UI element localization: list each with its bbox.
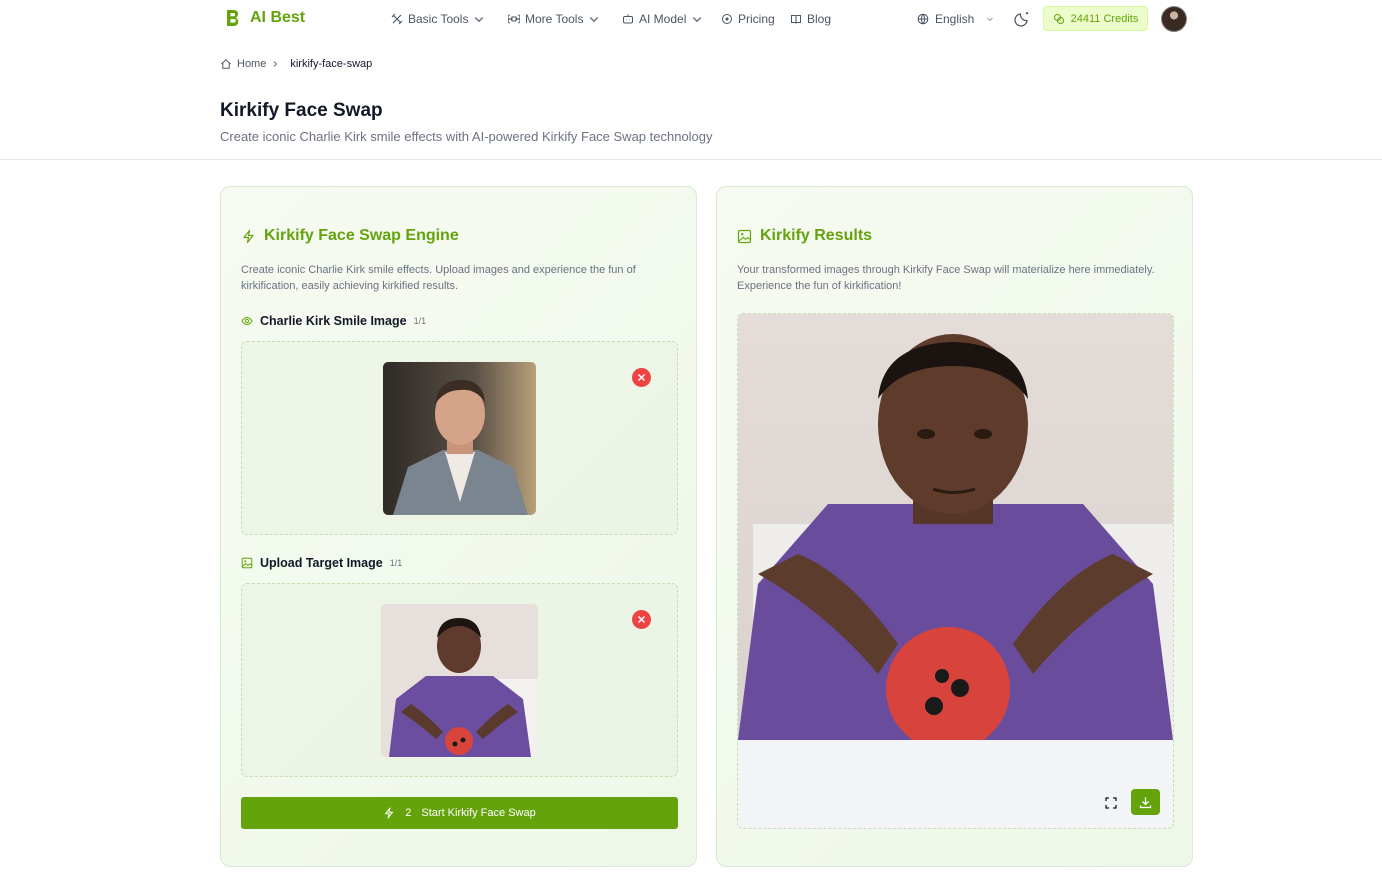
bolt-icon bbox=[385, 807, 394, 819]
breadcrumb: Home kirkify-face-swap bbox=[220, 58, 372, 70]
start-button-label: Start Kirkify Face Swap bbox=[421, 807, 536, 819]
target-image-photo bbox=[381, 604, 538, 757]
coin-icon bbox=[722, 14, 732, 24]
book-icon bbox=[791, 15, 801, 24]
nav-more-tools[interactable]: More Tools bbox=[508, 12, 600, 26]
nav-blog[interactable]: Blog bbox=[790, 12, 831, 26]
breadcrumb-home[interactable]: Home bbox=[237, 58, 266, 70]
face-swap-engine-panel: Kirkify Face Swap Engine Create iconic C… bbox=[220, 186, 697, 867]
start-face-swap-button[interactable]: 2 Start Kirkify Face Swap bbox=[241, 797, 678, 829]
nav-more-tools-label: More Tools bbox=[525, 12, 584, 26]
chevron-down-icon bbox=[693, 16, 702, 23]
chevron-down-icon bbox=[987, 17, 994, 22]
target-image-thumbnail bbox=[381, 604, 538, 757]
nav-basic-tools[interactable]: Basic Tools bbox=[391, 12, 485, 26]
avatar[interactable] bbox=[1161, 6, 1187, 32]
chevron-down-icon bbox=[475, 16, 484, 23]
result-image bbox=[738, 314, 1173, 740]
logo-b-icon bbox=[227, 9, 239, 27]
tools-icon bbox=[391, 13, 403, 25]
remove-smile-image-button[interactable] bbox=[632, 368, 651, 387]
chevron-right-icon bbox=[273, 61, 278, 67]
results-title: Kirkify Results bbox=[737, 227, 872, 245]
language-selector[interactable]: English bbox=[917, 12, 994, 26]
smile-image-label-text: Charlie Kirk Smile Image bbox=[260, 314, 407, 328]
breadcrumb-current: kirkify-face-swap bbox=[290, 58, 373, 70]
image-icon bbox=[241, 557, 253, 569]
coins-icon bbox=[1053, 13, 1064, 24]
globe-icon bbox=[917, 13, 929, 25]
target-image-label-text: Upload Target Image bbox=[260, 556, 383, 570]
smile-image-photo bbox=[383, 362, 536, 515]
smile-image-count: 1/1 bbox=[413, 316, 427, 326]
nav-blog-label: Blog bbox=[807, 12, 832, 26]
target-image-count: 1/1 bbox=[389, 558, 403, 568]
nav-pricing-label: Pricing bbox=[738, 12, 775, 26]
close-icon bbox=[637, 615, 646, 624]
engine-description: Create iconic Charlie Kirk smile effects… bbox=[241, 264, 636, 292]
start-button-cost: 2 bbox=[405, 807, 412, 819]
chevron-down-icon bbox=[590, 16, 599, 23]
smile-image-dropzone[interactable] bbox=[241, 341, 678, 535]
page-title: Kirkify Face Swap bbox=[220, 100, 383, 121]
credits-label: 24411 Credits bbox=[1070, 12, 1139, 25]
smile-image-label: Charlie Kirk Smile Image 1/1 bbox=[241, 314, 426, 328]
results-title-text: Kirkify Results bbox=[760, 227, 873, 244]
target-image-dropzone[interactable] bbox=[241, 583, 678, 777]
moon-icon[interactable] bbox=[1014, 9, 1032, 27]
home-icon bbox=[221, 59, 231, 69]
results-description: Your transformed images through Kirkify … bbox=[737, 264, 1155, 292]
download-button[interactable] bbox=[1131, 789, 1160, 815]
fullscreen-icon bbox=[1105, 797, 1117, 809]
result-image-container bbox=[737, 313, 1174, 829]
logo[interactable]: AI Best bbox=[224, 8, 305, 28]
remove-target-image-button[interactable] bbox=[632, 610, 651, 629]
language-label: English bbox=[935, 12, 975, 26]
page-subtitle: Create iconic Charlie Kirk smile effects… bbox=[220, 129, 713, 144]
command-icon bbox=[508, 14, 520, 24]
credits-badge[interactable]: 24411 Credits bbox=[1043, 6, 1148, 31]
eye-icon bbox=[241, 316, 253, 326]
fullscreen-button[interactable] bbox=[1102, 794, 1120, 812]
nav-ai-model[interactable]: AI Model bbox=[622, 12, 703, 26]
engine-title: Kirkify Face Swap Engine bbox=[241, 227, 459, 245]
top-navbar: AI Best Basic Tools More Tools AI Model … bbox=[0, 0, 1382, 38]
download-icon bbox=[1139, 797, 1152, 808]
nav-pricing[interactable]: Pricing bbox=[721, 12, 775, 26]
robot-icon bbox=[623, 14, 633, 24]
bolt-icon bbox=[243, 229, 254, 243]
header-divider bbox=[0, 159, 1382, 160]
close-icon bbox=[637, 373, 646, 382]
smile-image-thumbnail bbox=[383, 362, 536, 515]
target-image-label: Upload Target Image 1/1 bbox=[241, 556, 402, 570]
image-icon bbox=[737, 229, 752, 243]
brand-name: AI Best bbox=[250, 9, 306, 26]
nav-basic-tools-label: Basic Tools bbox=[408, 12, 469, 26]
results-panel: Kirkify Results Your transformed images … bbox=[716, 186, 1193, 867]
nav-ai-model-label: AI Model bbox=[639, 12, 687, 26]
engine-title-text: Kirkify Face Swap Engine bbox=[264, 227, 459, 244]
